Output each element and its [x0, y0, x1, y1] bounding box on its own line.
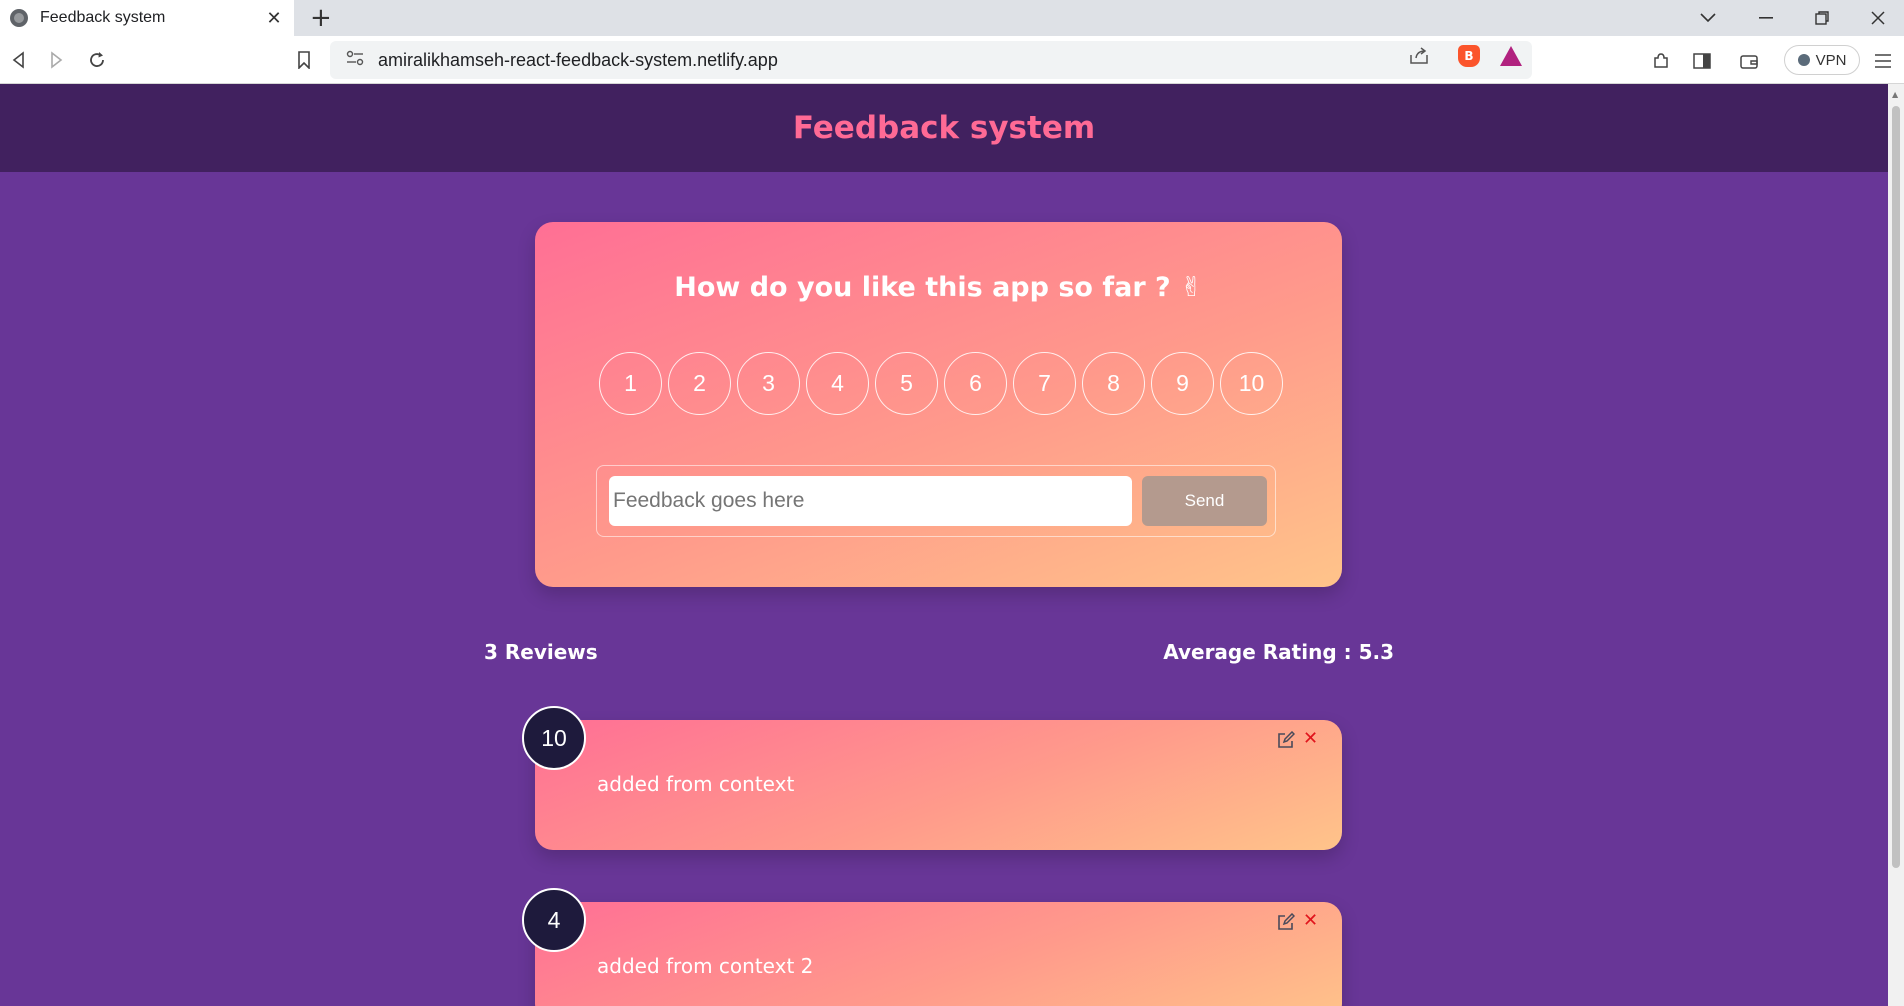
send-button[interactable]: Send	[1142, 476, 1267, 526]
rating-option-6[interactable]: 6	[944, 352, 1007, 415]
globe-icon	[10, 9, 28, 27]
rating-option-5[interactable]: 5	[875, 352, 938, 415]
vpn-status-icon	[1797, 54, 1810, 66]
bookmark-icon[interactable]	[290, 46, 318, 74]
rating-option-3[interactable]: 3	[737, 352, 800, 415]
edit-icon[interactable]	[1277, 730, 1296, 749]
tab-title: Feedback system	[40, 9, 166, 26]
sidebar-icon[interactable]	[1689, 48, 1715, 74]
reviews-count: 3 Reviews	[484, 640, 598, 664]
browser-tab-bar: Feedback system ✕ +	[0, 0, 1904, 36]
app-header: Feedback system	[0, 84, 1888, 172]
menu-icon[interactable]	[1870, 48, 1896, 74]
brave-rewards-icon[interactable]	[1500, 45, 1522, 67]
rating-options: 1 2 3 4 5 6 7 8 9 10	[599, 352, 1283, 415]
feedback-input[interactable]	[609, 476, 1132, 526]
edit-icon[interactable]	[1277, 912, 1296, 931]
tab-list-chevron-icon[interactable]	[1680, 0, 1736, 36]
feedback-form-card: How do you like this app so far ? ✌ 1 2 …	[535, 222, 1342, 587]
vpn-button[interactable]: VPN	[1784, 45, 1860, 75]
average-rating: Average Rating : 5.3	[1163, 640, 1394, 664]
close-tab-icon[interactable]: ✕	[264, 8, 284, 29]
rating-option-8[interactable]: 8	[1082, 352, 1145, 415]
review-text: added from context	[597, 772, 795, 796]
browser-toolbar: amiralikhamseh-react-feedback-system.net…	[0, 36, 1904, 84]
vpn-label: VPN	[1815, 51, 1847, 69]
page-title: Feedback system	[792, 110, 1096, 146]
extensions-icon[interactable]	[1648, 48, 1674, 74]
review-rating-badge: 4	[522, 888, 586, 952]
rating-option-4[interactable]: 4	[806, 352, 869, 415]
delete-icon[interactable]: ✕	[1303, 728, 1318, 749]
feedback-input-group: Send	[596, 465, 1276, 537]
rating-option-10[interactable]: 10	[1220, 352, 1283, 415]
close-window-button[interactable]	[1850, 0, 1904, 36]
reload-icon[interactable]	[83, 46, 111, 74]
forward-icon[interactable]	[43, 46, 71, 74]
delete-icon[interactable]: ✕	[1303, 910, 1318, 931]
rating-option-2[interactable]: 2	[668, 352, 731, 415]
page-scrollbar[interactable]: ▲	[1888, 84, 1904, 1006]
rating-option-9[interactable]: 9	[1151, 352, 1214, 415]
restore-button[interactable]	[1794, 0, 1850, 36]
rating-option-1[interactable]: 1	[599, 352, 662, 415]
brave-shields-icon[interactable]: B	[1458, 45, 1480, 67]
url-text: amiralikhamseh-react-feedback-system.net…	[378, 49, 778, 70]
browser-tab[interactable]: Feedback system ✕	[0, 0, 294, 36]
rating-option-7[interactable]: 7	[1013, 352, 1076, 415]
site-settings-icon[interactable]	[346, 50, 364, 70]
minimize-button[interactable]	[1738, 0, 1794, 36]
review-card: 4 added from context 2 ✕	[522, 888, 1342, 1006]
review-card: 10 added from context ✕	[522, 706, 1342, 850]
share-icon[interactable]	[1408, 45, 1430, 67]
scroll-up-arrow-icon[interactable]: ▲	[1892, 90, 1898, 99]
review-rating-badge: 10	[522, 706, 586, 770]
back-icon[interactable]	[4, 46, 32, 74]
new-tab-button[interactable]: +	[310, 4, 332, 32]
wallet-icon[interactable]	[1736, 48, 1762, 74]
review-text: added from context 2	[597, 954, 814, 978]
rating-question: How do you like this app so far ? ✌	[674, 272, 1203, 303]
scrollbar-thumb[interactable]	[1892, 106, 1900, 868]
address-bar[interactable]: amiralikhamseh-react-feedback-system.net…	[330, 41, 1532, 79]
